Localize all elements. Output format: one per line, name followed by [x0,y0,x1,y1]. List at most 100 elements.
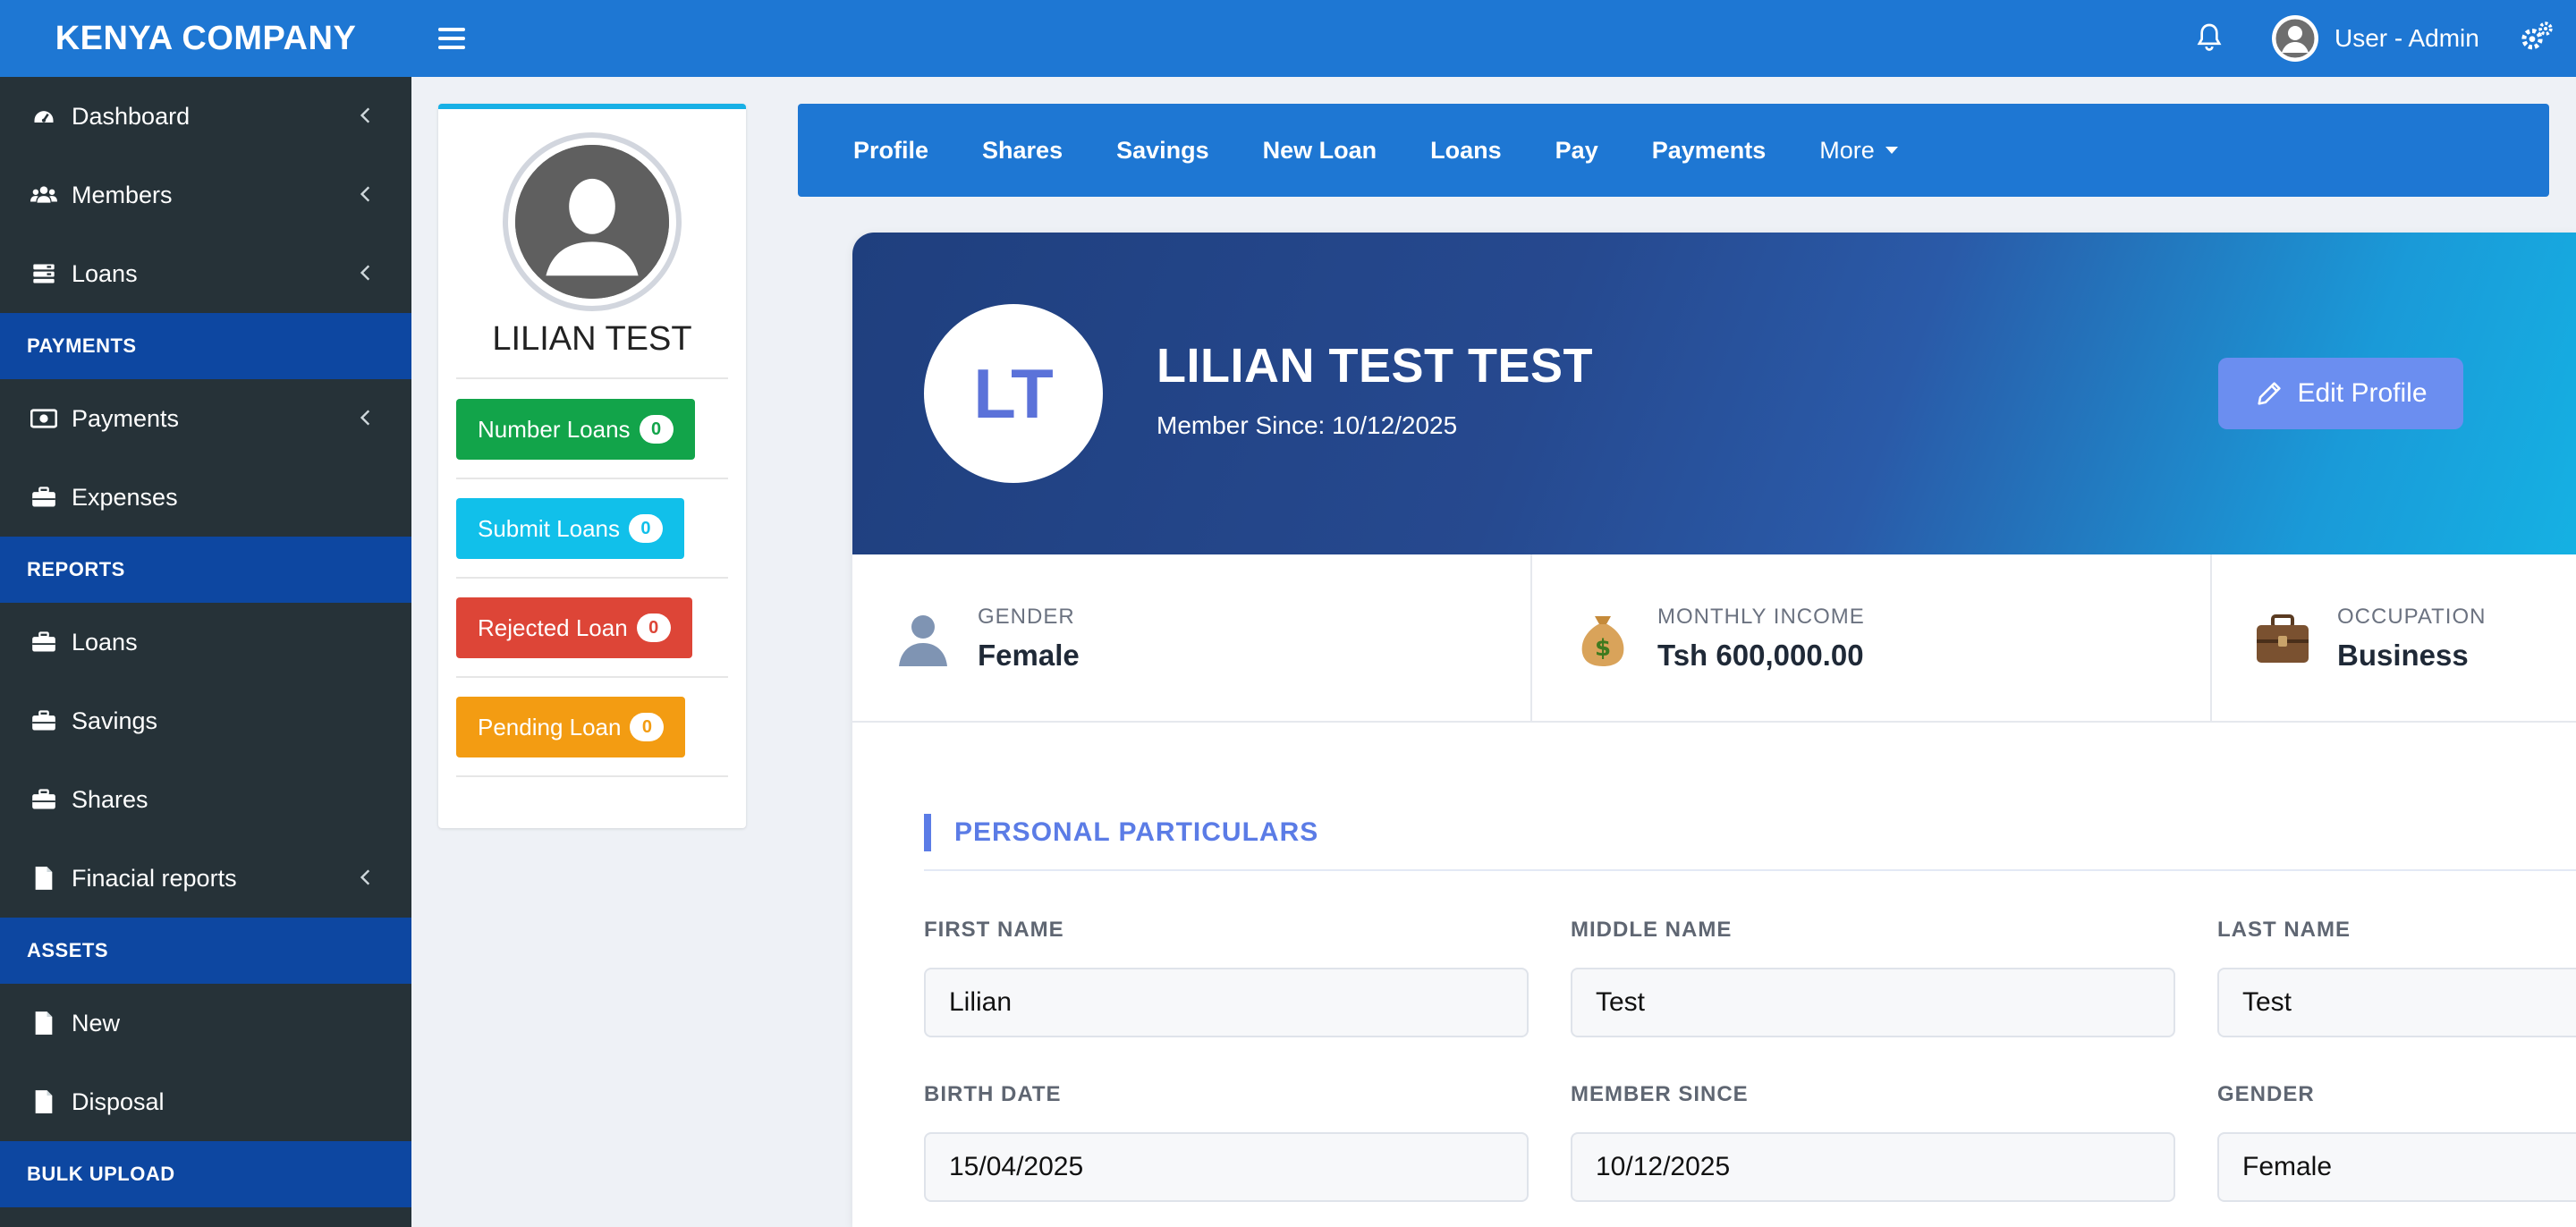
count-badge: 0 [630,713,665,741]
sidebar-item-loans[interactable]: Loans [0,603,411,681]
profile-card: LILIAN TEST Number Loans 0 Submit Loans 0 Re… [438,104,746,828]
money-bag-icon: $ [1572,607,1634,670]
sidebar-item-expenses[interactable]: Expenses [0,458,411,537]
chevron-left-icon [360,186,370,202]
dashboard-icon [29,103,59,130]
user-label: User - Admin [2334,24,2479,52]
bell-icon[interactable] [2191,16,2227,61]
tab-more-label: More [1819,136,1875,164]
pencil-icon [2258,382,2282,405]
sidebar-item-label: Expenses [72,483,178,511]
tab-pay[interactable]: Pay [1555,137,1598,165]
sidebar-item-payments[interactable]: Payments [0,379,411,458]
divider [456,676,728,678]
field-label: MEMBER SINCE [1571,1082,1749,1106]
briefcase-icon [29,629,59,656]
last-name-field[interactable]: Test [2217,968,2576,1037]
sidebar-item-new[interactable]: New [0,984,411,1062]
field-label: LAST NAME [2217,918,2351,942]
tab-more-dropdown[interactable]: More [1819,137,1898,165]
rejected-loan-button[interactable]: Rejected Loan 0 [456,597,692,658]
first-name-field[interactable]: Lilian [924,968,1529,1037]
sidebar-item-label: Members [72,181,173,208]
sidebar-item-finacial-reports[interactable]: Finacial reports [0,839,411,918]
brand-logo[interactable]: KENYA COMPANY [0,0,411,77]
chevron-left-icon [360,265,370,281]
count-badge: 0 [636,614,671,642]
middle-name-field[interactable]: Test [1571,968,2175,1037]
stat-value: Female [978,639,1080,672]
sidebar-item-shares[interactable]: Shares [0,760,411,839]
stat-gender: GENDER Female [892,554,1080,723]
hamburger-menu-icon[interactable] [438,21,465,55]
stat-value: Tsh 600,000.00 [1657,639,1864,672]
field-label: FIRST NAME [924,918,1064,942]
user-menu[interactable]: User - Admin [2272,9,2479,68]
sidebar-item-label: New [72,1009,121,1037]
tab-savings[interactable]: Savings [1116,137,1209,165]
gender-field[interactable]: Female [2217,1132,2576,1202]
users-icon [29,182,59,208]
tab-profile[interactable]: Profile [853,137,928,165]
gears-icon[interactable] [2519,20,2555,55]
briefcase-icon [29,484,59,511]
profile-hero: LT LILIAN TEST TEST Member Since: 10/12/… [852,233,2576,554]
stat-income: $ MONTHLY INCOME Tsh 600,000.00 [1572,554,1865,723]
sidebar-item-members[interactable]: Members [0,156,411,234]
member-full-name: LILIAN TEST TEST [1157,339,1593,393]
submit-loans-button[interactable]: Submit Loans 0 [456,498,684,559]
sidebar-item-label: Finacial reports [72,864,237,892]
sidebar-item-label: Loans [72,628,138,656]
number-loans-button[interactable]: Number Loans 0 [456,399,695,460]
sidebar-header: ASSETS [0,918,411,984]
user-avatar [2272,15,2318,62]
tab-shares[interactable]: Shares [982,137,1063,165]
edit-profile-label: Edit Profile [2297,378,2428,408]
stat-value: Business [2337,639,2469,672]
button-label: Rejected Loan [478,614,628,641]
birth-date-field[interactable]: 15/04/2025 [924,1132,1529,1202]
field-label: BIRTH DATE [924,1082,1062,1106]
file-icon [29,865,59,892]
divider [924,869,2576,871]
sidebar: Dashboard Members Loans PAYMENTS Payments Exp… [0,77,411,1227]
member-since-field[interactable]: 10/12/2025 [1571,1132,2175,1202]
member-profile-card: LT LILIAN TEST TEST Member Since: 10/12/… [852,233,2576,1227]
button-label: Pending Loan [478,713,622,740]
stat-label: GENDER [978,605,1075,629]
chevron-left-icon [360,410,370,426]
sidebar-item-label: Disposal [72,1087,165,1115]
chevron-left-icon [360,869,370,885]
profile-name: LILIAN TEST [492,320,692,358]
tab-payments[interactable]: Payments [1652,137,1767,165]
divider [456,377,728,379]
pending-loan-button[interactable]: Pending Loan 0 [456,697,686,757]
count-badge: 0 [628,514,663,543]
tab-new-loan[interactable]: New Loan [1263,137,1377,165]
briefcase-icon [29,707,59,734]
top-bar: KENYA COMPANY User - Admin [0,0,2576,77]
person-icon [892,607,954,670]
field-label: GENDER [2217,1082,2315,1106]
divider [1530,554,1532,723]
count-badge: 0 [639,415,674,444]
sidebar-item-loans[interactable]: Loans [0,234,411,313]
file-icon [29,1010,59,1037]
member-since: Member Since: 10/12/2025 [1157,411,1458,439]
sidebar-item-disposal[interactable]: Disposal [0,1062,411,1141]
sidebar-header: PAYMENTS [0,313,411,379]
button-label: Number Loans [478,415,631,443]
sidebar-item-label: Dashboard [72,102,191,130]
chevron-left-icon [360,107,370,123]
sidebar-header: BULK UPLOAD [0,1141,411,1207]
field-label: MIDDLE NAME [1571,918,1733,942]
stat-label: MONTHLY INCOME [1657,605,1865,629]
sidebar-item-dashboard[interactable]: Dashboard [0,77,411,156]
button-label: Submit Loans [478,514,620,542]
sidebar-item-label: Loans [72,259,138,287]
profile-tabs: Profile Shares Savings New Loan Loans Pay Paym… [798,104,2549,197]
edit-profile-button[interactable]: Edit Profile [2218,358,2463,429]
sidebar-item-savings[interactable]: Savings [0,681,411,760]
divider [456,577,728,579]
tab-loans[interactable]: Loans [1430,137,1502,165]
